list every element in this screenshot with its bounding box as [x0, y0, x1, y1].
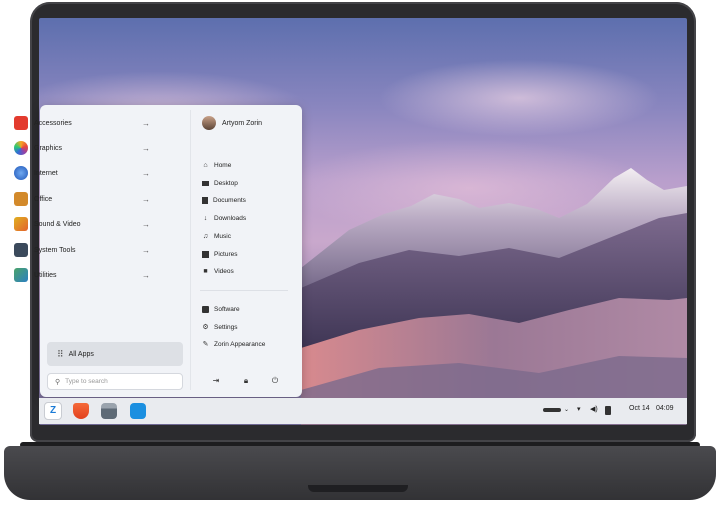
brave-browser-icon[interactable]: [73, 403, 89, 419]
zorin-menu-icon[interactable]: Z: [44, 402, 62, 420]
software-icon: [202, 305, 209, 313]
place-music[interactable]: ♫ Music: [202, 229, 231, 243]
grid-icon: ⠿: [57, 348, 64, 359]
menu-divider: [190, 110, 191, 390]
place-desktop[interactable]: Desktop: [202, 176, 238, 190]
gear-icon: ⚙: [202, 323, 209, 331]
category-internet[interactable]: Internet →: [14, 162, 150, 184]
place-home[interactable]: ⌂ Home: [202, 158, 231, 172]
logout-icon[interactable]: ⇥: [211, 376, 221, 386]
power-icon[interactable]: ⏻: [270, 376, 280, 386]
globe-icon: [14, 166, 28, 180]
clock-date[interactable]: Oct 14: [629, 405, 650, 412]
place-label: Home: [214, 161, 232, 169]
chevron-right-icon: →: [142, 245, 150, 255]
home-icon: ⌂: [203, 161, 208, 169]
volume-icon[interactable]: ◀︎): [590, 405, 598, 413]
all-apps-button[interactable]: ⠿ All Apps: [47, 342, 183, 366]
software-store-icon[interactable]: [130, 403, 146, 419]
all-apps-label: All Apps: [68, 350, 94, 358]
briefcase-icon: [14, 192, 28, 206]
system-label: Software: [214, 305, 240, 313]
category-label: Graphics: [34, 144, 63, 152]
category-label: Internet: [34, 169, 58, 177]
chevron-right-icon: →: [142, 118, 150, 128]
toolbox-icon: [14, 116, 28, 130]
place-label: Downloads: [214, 214, 247, 222]
place-videos[interactable]: ■ Videos: [202, 264, 234, 278]
monitor-icon: [14, 243, 28, 257]
palette-icon: [14, 141, 28, 155]
workspace-indicator[interactable]: [543, 408, 561, 412]
chevron-down-icon[interactable]: ⌄: [564, 406, 569, 413]
clock-time[interactable]: 04:09: [656, 405, 674, 412]
appearance-icon: ✎: [202, 340, 209, 348]
category-sound-video[interactable]: Sound & Video →: [14, 213, 150, 235]
system-label: Settings: [214, 323, 238, 331]
files-icon[interactable]: [101, 403, 117, 419]
category-utilities[interactable]: Utilities →: [14, 264, 150, 286]
category-label: Accessories: [34, 119, 72, 127]
place-label: Pictures: [214, 250, 238, 258]
system-software[interactable]: Software: [202, 302, 240, 316]
category-graphics[interactable]: Graphics →: [14, 137, 150, 159]
chevron-right-icon: →: [142, 143, 150, 153]
tools-icon: [14, 268, 28, 282]
search-input[interactable]: [65, 378, 166, 385]
category-label: System Tools: [34, 246, 76, 254]
chevron-right-icon: →: [142, 270, 150, 280]
place-downloads[interactable]: ↓ Downloads: [202, 211, 246, 225]
battery-icon[interactable]: [605, 406, 611, 415]
place-pictures[interactable]: Pictures: [202, 247, 237, 261]
pictures-icon: [202, 250, 209, 258]
wifi-icon[interactable]: ▾: [577, 405, 581, 413]
place-label: Documents: [213, 196, 246, 204]
place-label: Music: [214, 232, 231, 240]
category-office[interactable]: Office →: [14, 188, 150, 210]
laptop-notch: [308, 485, 408, 492]
search-box[interactable]: ⚲: [47, 373, 183, 390]
documents-icon: [202, 196, 208, 204]
menu-separator: [200, 290, 288, 291]
user-account[interactable]: Artyom Zorin: [202, 116, 262, 130]
system-label: Zorin Appearance: [214, 340, 266, 348]
category-label: Utilities: [34, 271, 57, 279]
music-icon: ♫: [202, 232, 209, 240]
desktop-icon: [202, 180, 209, 186]
user-name: Artyom Zorin: [222, 119, 263, 127]
chevron-right-icon: →: [142, 168, 150, 178]
chevron-right-icon: →: [142, 219, 150, 229]
place-label: Desktop: [214, 179, 238, 187]
category-label: Office: [34, 195, 53, 203]
system-settings[interactable]: ⚙ Settings: [202, 320, 238, 334]
place-label: Videos: [214, 267, 234, 275]
download-icon: ↓: [203, 214, 208, 222]
category-accessories[interactable]: Accessories →: [14, 112, 150, 134]
videos-icon: ■: [203, 267, 208, 275]
avatar: [202, 116, 216, 130]
place-documents[interactable]: Documents: [202, 193, 246, 207]
chevron-right-icon: →: [142, 194, 150, 204]
system-zorin-appearance[interactable]: ✎ Zorin Appearance: [202, 337, 266, 351]
category-system-tools[interactable]: System Tools →: [14, 239, 150, 261]
category-label: Sound & Video: [34, 220, 81, 228]
lock-icon[interactable]: 🔒︎: [241, 376, 251, 386]
search-icon: ⚲: [55, 378, 61, 386]
media-icon: [14, 217, 28, 231]
